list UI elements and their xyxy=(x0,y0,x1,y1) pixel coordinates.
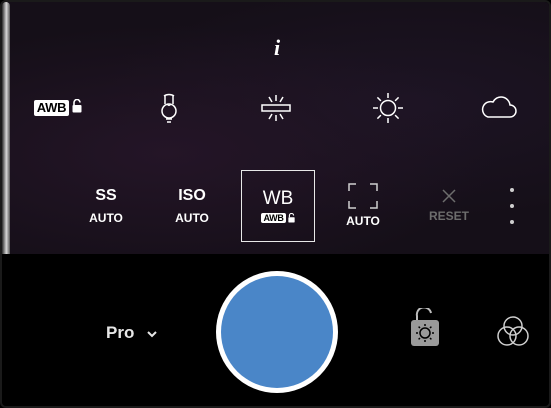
white-balance-control[interactable]: WB AWB xyxy=(241,170,315,242)
wb-preset-awb[interactable]: AWB xyxy=(28,84,88,132)
shutter-speed-control[interactable]: SS AUTO xyxy=(69,170,143,242)
iso-control[interactable]: ISO AUTO xyxy=(155,170,229,242)
color-filter-icon xyxy=(497,316,529,346)
focus-value: AUTO xyxy=(346,214,380,228)
close-icon xyxy=(442,189,456,203)
unlock-icon xyxy=(72,98,82,118)
reset-control[interactable]: RESET xyxy=(412,170,486,242)
wb-preset-incandescent[interactable] xyxy=(152,84,186,132)
shutter-button[interactable] xyxy=(216,271,338,393)
sun-icon xyxy=(373,93,403,123)
wb-preset-fluorescent[interactable] xyxy=(254,84,298,132)
mode-label: Pro xyxy=(106,323,135,342)
wb-preset-cloudy[interactable] xyxy=(476,84,522,132)
wb-preset-daylight[interactable] xyxy=(368,84,408,132)
white-balance-presets: AWB xyxy=(2,84,549,132)
iso-value: AUTO xyxy=(175,211,209,225)
unlock-icon xyxy=(287,213,295,223)
filters-button[interactable] xyxy=(496,315,530,349)
white-balance-value: AWB xyxy=(261,213,295,223)
camera-app: i AWB SS AUTO ISO AUTO WB AWB AUTO RESET… xyxy=(0,0,551,408)
iso-label: ISO xyxy=(178,187,206,204)
more-options-icon[interactable] xyxy=(502,188,522,224)
exposure-lock-button[interactable] xyxy=(408,306,442,348)
awb-badge: AWB xyxy=(33,100,70,116)
focus-control[interactable]: AUTO xyxy=(326,170,400,242)
shutter-button-fill xyxy=(221,276,333,388)
mode-selector[interactable]: Pro xyxy=(106,320,158,346)
white-balance-label: WB xyxy=(262,188,294,209)
awb-mini-badge: AWB xyxy=(261,213,286,223)
focus-frame-icon xyxy=(348,183,378,209)
shutter-speed-label: SS xyxy=(95,187,117,204)
cloud-icon xyxy=(481,96,517,118)
reset-label: RESET xyxy=(428,209,469,223)
info-icon[interactable]: i xyxy=(266,36,288,60)
fluorescent-icon xyxy=(261,95,291,121)
shutter-speed-value: AUTO xyxy=(89,211,123,225)
lightbulb-icon xyxy=(161,93,177,123)
pro-controls: SS AUTO ISO AUTO WB AWB AUTO RESET xyxy=(2,170,549,242)
exposure-lock-icon xyxy=(411,306,439,346)
chevron-down-icon xyxy=(146,323,158,343)
